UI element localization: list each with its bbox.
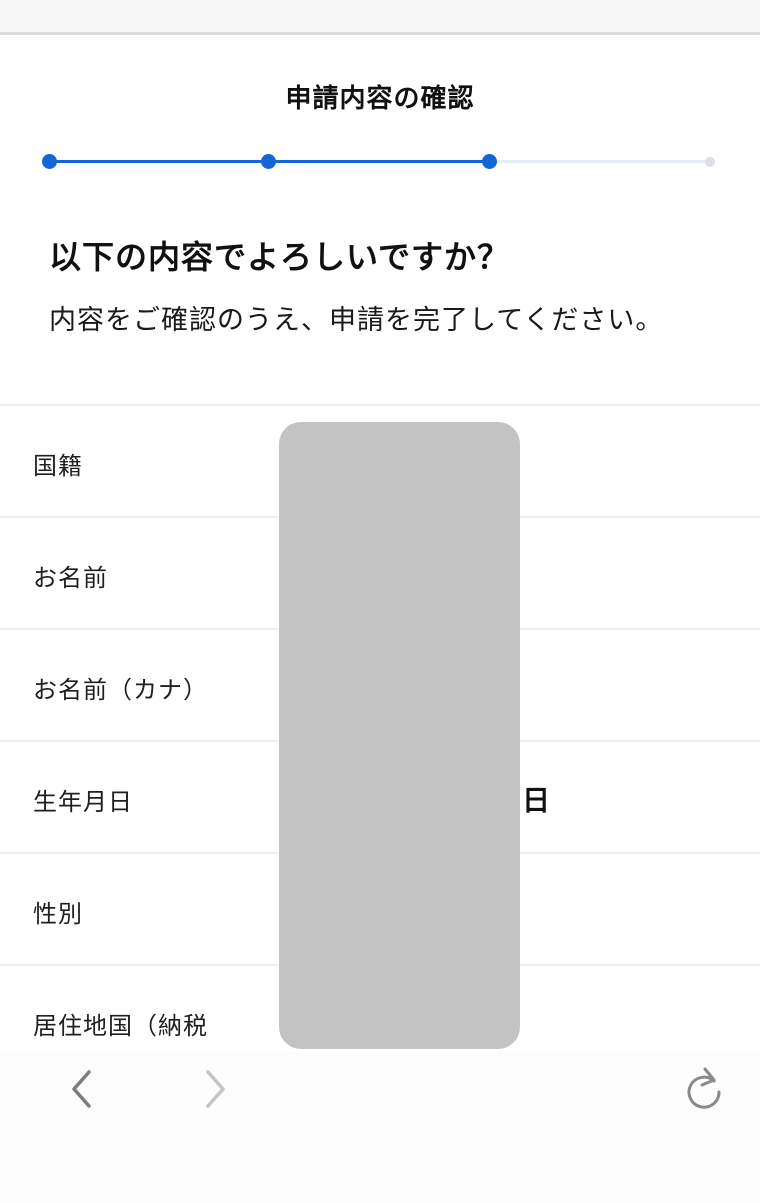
chevron-right-icon bbox=[206, 1070, 225, 1108]
chevron-left-icon bbox=[72, 1070, 91, 1108]
progress-step-1 bbox=[42, 154, 57, 169]
back-button[interactable] bbox=[57, 1064, 107, 1114]
reload-icon bbox=[687, 1067, 721, 1109]
progress-line-remaining bbox=[490, 160, 711, 163]
row-label: 国籍 bbox=[33, 452, 83, 480]
row-label: お名前（カナ） bbox=[33, 676, 208, 704]
page-title: 申請内容の確認 bbox=[285, 84, 475, 114]
reload-button[interactable] bbox=[679, 1064, 729, 1114]
browser-bottom-bar bbox=[0, 1052, 760, 1203]
row-value: 日 bbox=[522, 784, 551, 817]
browser-top-bar bbox=[0, 0, 760, 35]
confirmation-description: 内容をご確認のうえ、申請を完了してください。 bbox=[49, 305, 664, 336]
row-label: 生年月日 bbox=[33, 788, 133, 816]
redaction-overlay bbox=[279, 422, 520, 1049]
progress-step-3 bbox=[482, 154, 497, 169]
row-label: 居住地国（納税 bbox=[33, 1012, 208, 1040]
row-label: 性別 bbox=[33, 900, 83, 928]
progress-step-4 bbox=[705, 157, 715, 167]
step-progress-bar bbox=[0, 150, 760, 174]
progress-step-2 bbox=[261, 154, 276, 169]
forward-button[interactable] bbox=[190, 1064, 240, 1114]
confirmation-heading: 以下の内容でよろしいですか？ bbox=[49, 238, 511, 276]
row-label: お名前 bbox=[33, 564, 108, 592]
